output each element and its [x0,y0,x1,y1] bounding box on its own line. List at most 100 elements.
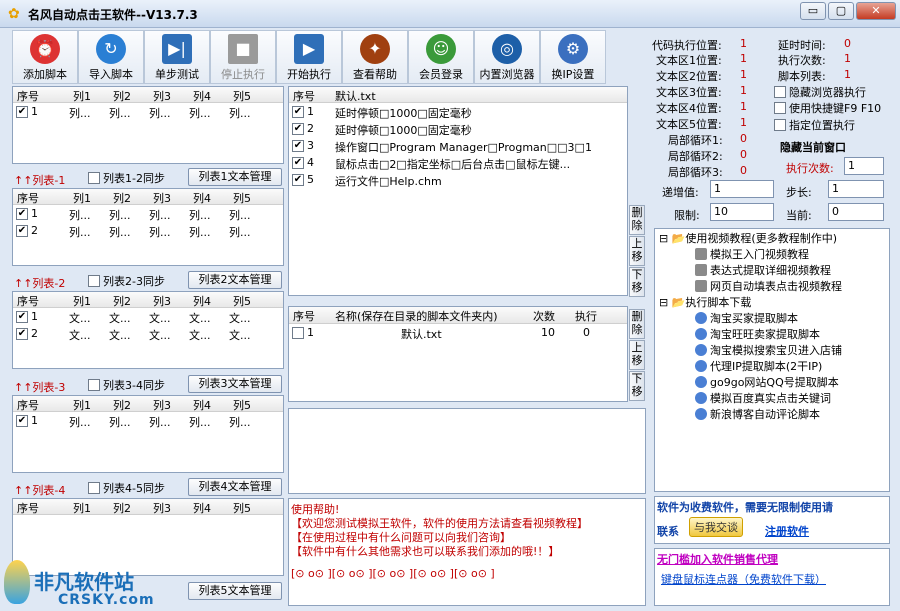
register-link[interactable]: 注册软件 [765,523,809,539]
limit-input[interactable]: 10 [710,203,774,221]
tree-item[interactable]: 淘宝模拟搜索宝贝进入店铺 [695,343,842,358]
chat-button[interactable]: 与我交谈 [689,517,743,537]
stop-icon: ■ [228,34,258,64]
row-checkbox[interactable]: ✔ [16,415,28,427]
file-move-down-button[interactable]: 下移 [629,371,645,401]
step-test-button[interactable]: ▶| 单步测试 [144,30,210,84]
tree-group-downloads[interactable]: ⊟ 📂执行脚本下载 [659,295,751,310]
close-button[interactable]: ✕ [856,2,896,20]
list-grid-main[interactable]: 序号 列1 列2 列3 列4 列5 ✔ 1 列... 列... 列... 列..… [12,86,284,164]
list3-sync-checkbox[interactable]: 列表3-4同步 [88,377,165,393]
hide-browser-checkbox[interactable]: 隐藏浏览器执行 [774,84,866,100]
row-checkbox[interactable]: ✔ [292,106,304,118]
row-checkbox[interactable]: ✔ [292,157,304,169]
script-grid[interactable]: 序号 默认.txt ✔ 1 延时停顿□1000□固定毫秒 ✔ 2 延时停顿□1000□固… [288,86,628,296]
row-checkbox[interactable]: ✔ [16,208,28,220]
tree-item[interactable]: 网页自动填表点击视频教程 [695,279,842,294]
specified-position-checkbox[interactable]: 指定位置执行 [774,117,855,133]
list-grid-3[interactable]: 序号 列1 列2 列3 列4 列5 ✔ 1 列... 列... 列... 列..… [12,395,284,473]
script-row[interactable]: ✔ 1 延时停顿□1000□固定毫秒 [289,104,627,121]
list1-label: ↑↑列表-1 [14,174,66,187]
output-textarea[interactable] [288,408,646,494]
list-grid-4[interactable]: 序号 列1 列2 列3 列4 列5 [12,498,284,576]
maximize-button[interactable]: ▢ [828,2,854,20]
increment-input[interactable]: 1 [710,180,774,198]
list1-sync-checkbox[interactable]: 列表1-2同步 [88,170,165,186]
import-icon: ↻ [96,34,126,64]
script-icon [695,376,707,388]
minimize-button[interactable]: ▭ [800,2,826,20]
step-input[interactable]: 1 [828,180,884,198]
script-icon [695,344,707,356]
tree-item[interactable]: 淘宝旺旺卖家提取脚本 [695,327,820,342]
script-row[interactable]: ✔ 5 运行文件□Help.chm [289,172,627,189]
alarm-clock-icon: ⏰ [30,34,60,64]
file-delete-button[interactable]: 删除 [629,309,645,339]
tree-item[interactable]: 新浪博客自动评论脚本 [695,407,820,422]
browser-button[interactable]: ◎ 内置浏览器 [474,30,540,84]
video-icon [695,248,707,260]
list3-manage-button[interactable]: 列表3文本管理 [188,375,282,393]
hotkey-checkbox[interactable]: 使用快捷键F9 F10 [774,100,881,116]
list4-manage-button[interactable]: 列表4文本管理 [188,478,282,496]
table-row[interactable]: ✔ 2 文... 文... 文... 文... 文... [13,326,283,343]
tree-item[interactable]: 淘宝买家提取脚本 [695,311,798,326]
list1-manage-button[interactable]: 列表1文本管理 [188,168,282,186]
tree-item[interactable]: 模拟百度真实点击关键词 [695,391,831,406]
row-checkbox[interactable] [292,327,304,339]
list2-manage-button[interactable]: 列表2文本管理 [188,271,282,289]
promo-panel: 软件为收费软件，需要无限制使用请 联系 与我交谈 注册软件 [654,496,890,544]
list5-manage-button[interactable]: 列表5文本管理 [188,582,282,600]
help-panel: 使用帮助! 【欢迎您测试模拟王软件，软件的使用方法请查看视频教程】 【在使用过程… [288,498,646,606]
table-row[interactable]: ✔ 2 列... 列... 列... 列... 列... [13,223,283,240]
member-login-button[interactable]: ☺ 会员登录 [408,30,474,84]
tree-group-videos[interactable]: ⊟ 📂使用视频教程(更多教程制作中) [659,231,837,246]
row-checkbox[interactable]: ✔ [292,140,304,152]
tree-item[interactable]: 代理IP提取脚本(2干IP) [695,359,822,374]
list-grid-1[interactable]: 序号 列1 列2 列3 列4 列5 ✔ 1 列... 列... 列... 列..… [12,188,284,266]
script-row[interactable]: ✔ 2 延时停顿□1000□固定毫秒 [289,121,627,138]
script-icon [695,408,707,420]
script-delete-button[interactable]: 删除 [629,205,645,235]
ip-settings-button[interactable]: ⚙ 换IP设置 [540,30,606,84]
script-move-down-button[interactable]: 下移 [629,267,645,297]
list2-sync-checkbox[interactable]: 列表2-3同步 [88,273,165,289]
hide-window-link[interactable]: 隐藏当前窗口 [780,139,846,155]
list4-sync-checkbox[interactable]: 列表4-5同步 [88,480,165,496]
script-move-up-button[interactable]: 上移 [629,236,645,266]
list4-label: ↑↑列表-4 [14,484,66,497]
tree-item[interactable]: 模拟王入门视频教程 [695,247,809,262]
stop-button[interactable]: ■ 停止执行 [210,30,276,84]
list-grid-2[interactable]: 序号 列1 列2 列3 列4 列5 ✔ 1 文... 文... 文... 文..… [12,291,284,369]
row-checkbox[interactable]: ✔ [16,225,28,237]
download-link[interactable]: 键盘鼠标连点器（免费软件下载） [661,571,826,587]
script-row[interactable]: ✔ 4 鼠标点击□2□指定坐标□后台点击□鼠标左键... [289,155,627,172]
row-checkbox[interactable]: ✔ [16,328,28,340]
table-row[interactable]: ✔ 1 列... 列... 列... 列... 列... [13,104,283,121]
script-row[interactable]: ✔ 3 操作窗口□Program Manager□Progman□□3□1 [289,138,627,155]
row-checkbox[interactable]: ✔ [292,123,304,135]
tree-item[interactable]: 表达式提取详细视频教程 [695,263,831,278]
agent-link[interactable]: 无门槛加入软件销售代理 [657,551,778,567]
file-move-up-button[interactable]: 上移 [629,340,645,370]
start-button[interactable]: ▶ 开始执行 [276,30,342,84]
script-icon [695,360,707,372]
tutorial-tree[interactable]: ⊟ 📂使用视频教程(更多教程制作中) 模拟王入门视频教程 表达式提取详细视频教程… [654,228,890,492]
table-row[interactable]: ✔ 1 列... 列... 列... 列... 列... [13,413,283,430]
exec-count-input[interactable]: 1 [844,157,884,175]
magic-wand-icon: ✦ [360,34,390,64]
file-list-grid[interactable]: 序号 名称(保存在目录的脚本文件夹内) 次数 执行 1 默认.txt 10 0 [288,306,628,402]
row-checkbox[interactable]: ✔ [16,311,28,323]
user-icon: ☺ [426,34,456,64]
import-script-button[interactable]: ↻ 导入脚本 [78,30,144,84]
window-title: 名风自动点击王软件--V13.7.3 [28,8,198,22]
file-row[interactable]: 1 默认.txt 10 0 [289,325,627,342]
row-checkbox[interactable]: ✔ [292,174,304,186]
table-row[interactable]: ✔ 1 文... 文... 文... 文... 文... [13,309,283,326]
tree-item[interactable]: go9go网站QQ号提取脚本 [695,375,839,390]
table-row[interactable]: ✔ 1 列... 列... 列... 列... 列... [13,206,283,223]
row-checkbox[interactable]: ✔ [16,106,28,118]
help-button[interactable]: ✦ 查看帮助 [342,30,408,84]
add-script-button[interactable]: ⏰ 添加脚本 [12,30,78,84]
current-input[interactable]: 0 [828,203,884,221]
